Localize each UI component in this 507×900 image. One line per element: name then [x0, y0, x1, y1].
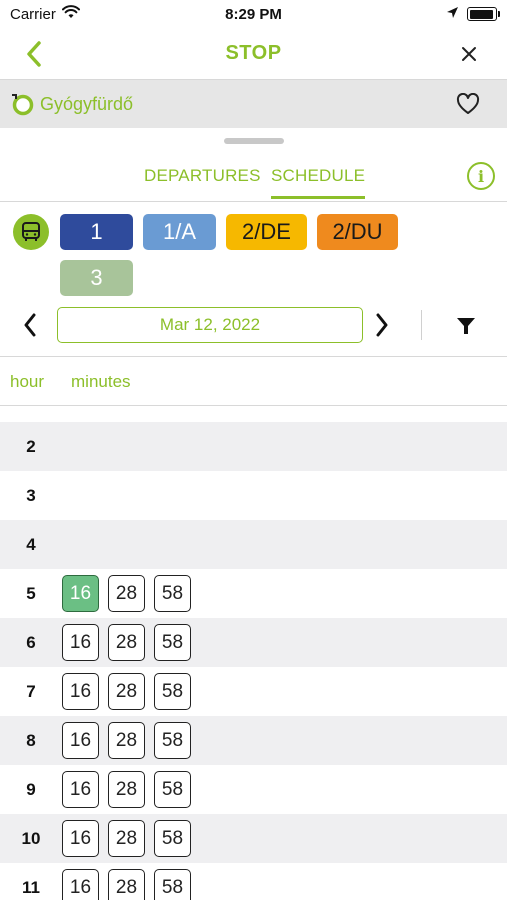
route-chip-1[interactable]: 1	[60, 214, 133, 250]
departure-minute[interactable]: 28	[108, 575, 145, 612]
departure-minute[interactable]: 28	[108, 820, 145, 857]
back-chevron-icon	[27, 41, 41, 67]
minutes-group: 16 28 58	[62, 673, 191, 710]
minutes-group: 16 28 58	[62, 624, 191, 661]
date-picker[interactable]: Mar 12, 2022	[57, 307, 363, 343]
carrier-label: Carrier	[10, 5, 56, 23]
hour-label: 11	[22, 877, 40, 897]
departure-minute[interactable]: 16	[62, 722, 99, 759]
filter-icon	[457, 318, 475, 334]
departure-minute[interactable]: 58	[154, 771, 191, 808]
next-day-button[interactable]	[368, 309, 396, 341]
schedule-header: hour minutes	[0, 372, 507, 394]
hour-label: 10	[21, 828, 41, 848]
stop-name: Gyógyfürdő	[40, 93, 134, 114]
schedule-row: 2	[0, 422, 507, 471]
schedule-row: 10 16 28 58	[0, 814, 507, 863]
departure-minute[interactable]: 28	[108, 869, 145, 900]
hour-label: 4	[26, 534, 36, 554]
schedule-row: 8 16 28 58	[0, 716, 507, 765]
schedule-row: 4	[0, 520, 507, 569]
page-title: STOP	[225, 42, 282, 64]
minutes-group: 16 28 58	[62, 820, 191, 857]
minutes-group: 16 28 58	[62, 869, 191, 900]
route-chip-2du[interactable]: 2/DU	[317, 214, 398, 250]
status-bar: Carrier 8:29 PM	[0, 0, 507, 28]
hour-label: 9	[26, 779, 36, 799]
schedule-row: 3	[0, 471, 507, 520]
divider	[421, 310, 422, 340]
chevron-right-icon	[376, 313, 388, 337]
filter-button[interactable]	[452, 312, 480, 340]
departure-minute[interactable]: 28	[108, 722, 145, 759]
hour-label: 8	[26, 730, 36, 750]
departure-minute[interactable]: 16	[62, 624, 99, 661]
departure-minute[interactable]: 16	[62, 771, 99, 808]
departure-minute[interactable]: 28	[108, 624, 145, 661]
hour-label: 5	[26, 583, 36, 603]
location-arrow-icon	[446, 6, 459, 23]
departure-minute[interactable]: 58	[154, 869, 191, 900]
wifi-icon	[61, 5, 80, 23]
battery-icon	[467, 7, 500, 21]
next-departure-minute[interactable]: 16	[62, 575, 99, 612]
schedule-row: 5 16 28 58	[0, 569, 507, 618]
status-right	[446, 6, 500, 23]
tab-bar: DEPARTURES SCHEDULE i	[0, 158, 507, 202]
previous-day-button[interactable]	[16, 309, 44, 341]
schedule-row: 6 16 28 58	[0, 618, 507, 667]
departure-minute[interactable]: 58	[154, 673, 191, 710]
tab-schedule[interactable]: SCHEDULE	[271, 166, 366, 199]
close-button[interactable]	[455, 40, 483, 68]
departure-minute[interactable]: 58	[154, 820, 191, 857]
hour-label: 3	[26, 485, 36, 505]
divider	[0, 405, 507, 406]
departure-minute[interactable]: 28	[108, 771, 145, 808]
schedule-row: 7 16 28 58	[0, 667, 507, 716]
route-chip-1a[interactable]: 1/A	[143, 214, 216, 250]
divider	[0, 356, 507, 357]
departure-minute[interactable]: 58	[154, 624, 191, 661]
minutes-group: 16 28 58	[62, 771, 191, 808]
schedule-list: 2 3 4 5 16 28 58 6 16 28 58 7 16 28 58 8 16 28 58 9 16 28 58 10…	[0, 422, 507, 900]
chevron-left-icon	[24, 313, 36, 337]
departure-minute[interactable]: 28	[108, 673, 145, 710]
stop-circle-icon	[10, 92, 34, 116]
back-button[interactable]	[18, 38, 50, 70]
hour-label: 7	[26, 681, 36, 701]
schedule-row: 11 16 28 58	[0, 863, 507, 900]
close-icon	[462, 47, 476, 61]
minutes-group: 16 28 58	[62, 575, 191, 612]
info-icon[interactable]: i	[467, 162, 495, 190]
minutes-group: 16 28 58	[62, 722, 191, 759]
battery-level	[469, 9, 494, 19]
departure-minute[interactable]: 58	[154, 722, 191, 759]
heart-icon	[456, 93, 480, 114]
nav-bar: STOP	[0, 28, 507, 80]
minutes-column-label: minutes	[71, 372, 131, 391]
hour-label: 6	[26, 632, 36, 652]
favorite-button[interactable]	[455, 91, 481, 117]
stop-header: Gyógyfürdő	[0, 80, 507, 128]
tab-departures[interactable]: DEPARTURES	[144, 166, 261, 186]
departure-minute[interactable]: 58	[154, 575, 191, 612]
drag-handle[interactable]	[224, 138, 284, 144]
route-chip-3[interactable]: 3	[60, 260, 133, 296]
departure-minute[interactable]: 16	[62, 820, 99, 857]
status-left: Carrier	[10, 5, 80, 23]
hour-label: 2	[26, 436, 36, 456]
departure-minute[interactable]: 16	[62, 869, 99, 900]
departure-minute[interactable]: 16	[62, 673, 99, 710]
hour-column-label: hour	[10, 372, 45, 391]
route-chip-2de[interactable]: 2/DE	[226, 214, 307, 250]
schedule-row: 9 16 28 58	[0, 765, 507, 814]
bus-icon	[13, 214, 49, 250]
